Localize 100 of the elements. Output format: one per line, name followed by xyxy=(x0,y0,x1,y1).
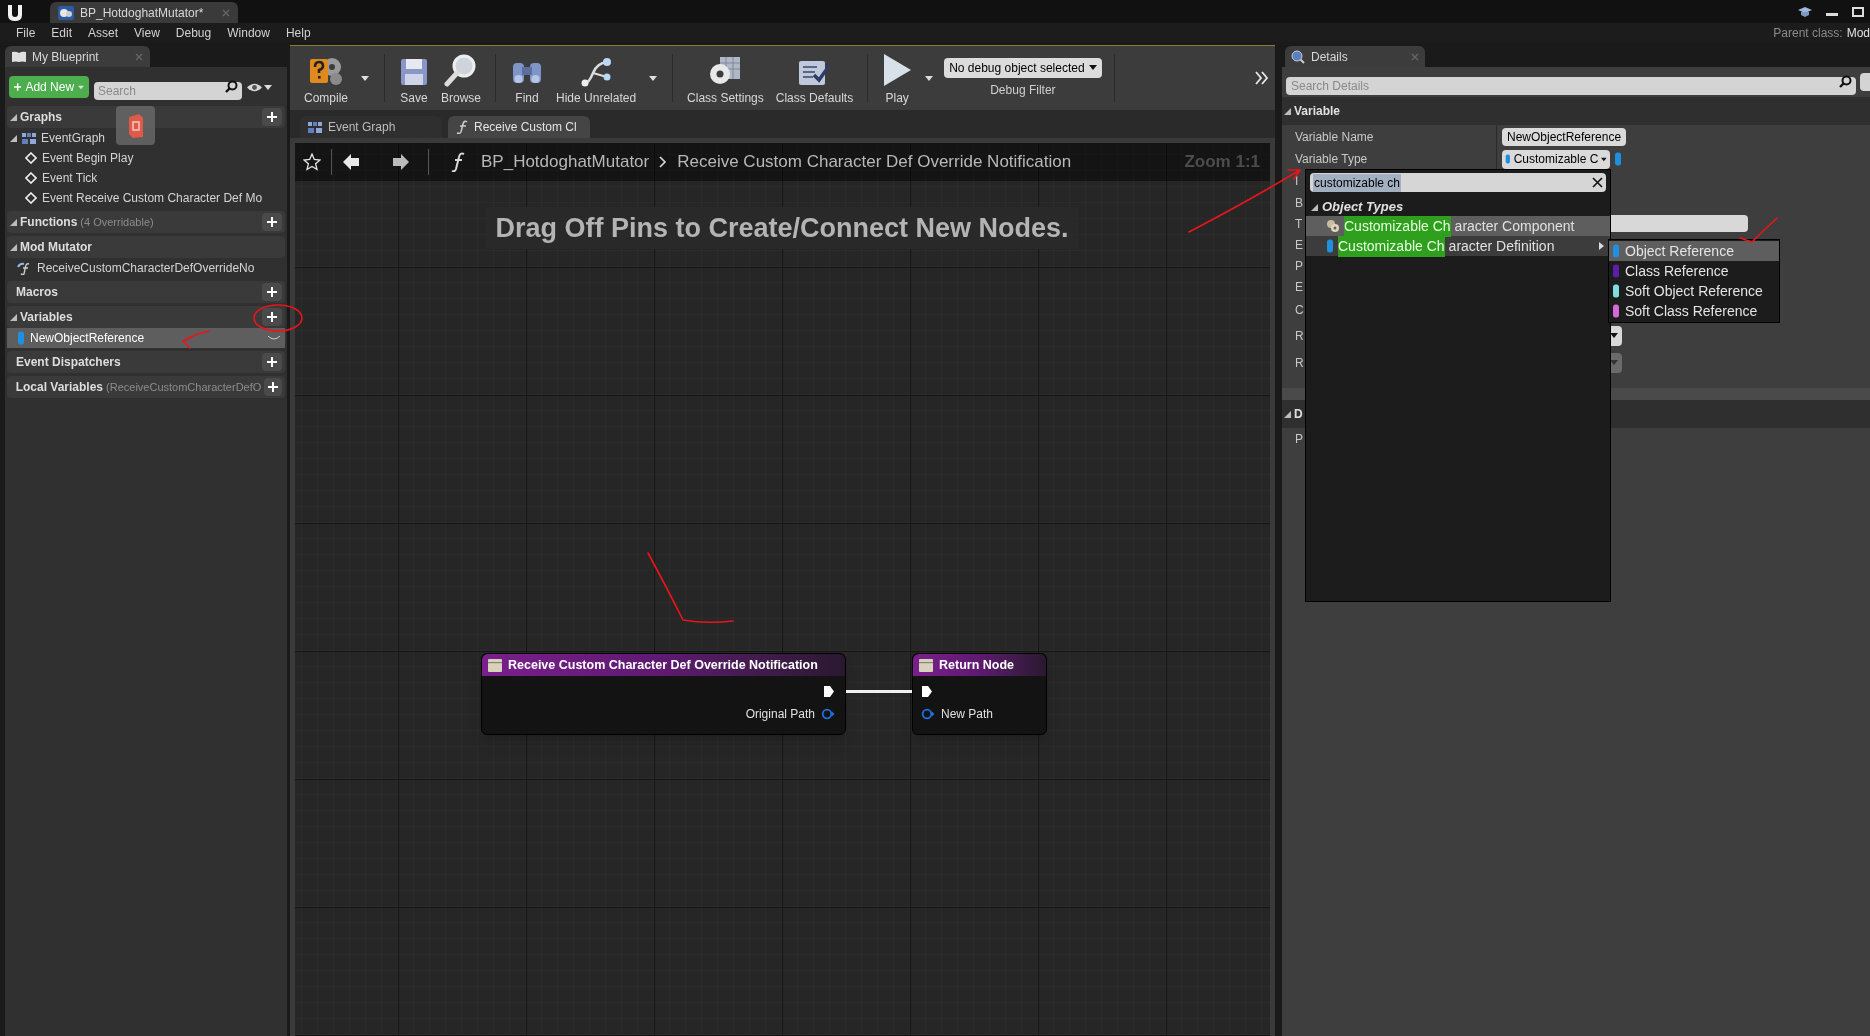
section-title: Event Dispatchers xyxy=(16,354,121,371)
panel-tab[interactable]: Details xyxy=(1285,46,1425,67)
name-field[interactable]: NewObjectReference xyxy=(1502,127,1626,146)
exec-pin-icon[interactable] xyxy=(823,684,835,698)
section-title: Local Variables xyxy=(15,379,104,396)
plus-icon xyxy=(267,217,277,227)
section-header[interactable]: Macros xyxy=(7,281,285,303)
section-title: Variable xyxy=(1294,103,1341,120)
menu-item[interactable]: File xyxy=(8,23,44,42)
toolbar-button[interactable]: Class Settings xyxy=(681,49,770,107)
property-label: P xyxy=(1295,431,1303,448)
breadcrumb-title: Receive Custom Character Def Override Notification xyxy=(677,151,1072,174)
menu-item[interactable]: Window xyxy=(219,23,278,42)
menu-option[interactable]: Soft Object Reference xyxy=(1609,281,1779,301)
diamond-icon xyxy=(25,172,37,184)
toolbar-button[interactable]: Play xyxy=(876,49,919,107)
chevron-down-icon[interactable] xyxy=(268,335,280,341)
exec-pin-icon[interactable] xyxy=(921,684,933,698)
section-header[interactable]: Variable xyxy=(1282,97,1870,125)
plus-icon xyxy=(14,82,22,92)
view-options-button[interactable] xyxy=(247,82,272,92)
document-tab[interactable]: BP_HotdoghatMutator* xyxy=(50,2,238,23)
blueprint-node[interactable]: Return Node New Path xyxy=(912,653,1047,735)
add-button[interactable] xyxy=(264,378,282,396)
menu-item[interactable]: Debug xyxy=(167,23,220,42)
menu-item[interactable]: Asset xyxy=(80,23,127,42)
function-icon xyxy=(456,120,468,134)
section-title: Mod Mutator xyxy=(20,239,92,256)
node-icon xyxy=(919,658,933,672)
property-label: E xyxy=(1295,278,1303,296)
property-label: B xyxy=(1295,194,1303,212)
parent-class-link[interactable]: Mod xyxy=(1846,23,1870,42)
data-pin-icon[interactable] xyxy=(921,708,935,720)
graph-tab[interactable]: Receive Custom Cl xyxy=(448,116,590,138)
menu-option[interactable]: Object Reference xyxy=(1609,241,1779,261)
graph-icon xyxy=(22,132,36,144)
maximize-icon[interactable] xyxy=(1852,7,1864,17)
add-button[interactable] xyxy=(262,308,282,326)
section-header[interactable]: Variables xyxy=(7,306,285,328)
blueprint-node[interactable]: Receive Custom Character Def Override Notification Original Path xyxy=(481,653,846,735)
toolbar-button[interactable]: Hide Unrelated xyxy=(550,49,643,107)
section-title: Graphs xyxy=(20,109,62,126)
graduation-cap-icon[interactable] xyxy=(1798,7,1812,17)
tree-item[interactable]: ReceiveCustomCharacterDefOverrideNo xyxy=(7,258,285,278)
pill-icon xyxy=(1326,239,1334,253)
property-label: I xyxy=(1295,173,1299,190)
menu-item[interactable]: Help xyxy=(277,23,319,42)
annotation-arrow xyxy=(1739,217,1778,243)
section-header[interactable]: Event Dispatchers xyxy=(7,351,285,373)
star-icon[interactable] xyxy=(303,153,321,171)
tree-item[interactable]: Event Begin Play xyxy=(7,148,285,168)
add-button[interactable] xyxy=(262,353,282,371)
breadcrumb-link[interactable]: BP_HotdoghatMutator xyxy=(481,149,650,175)
expand-arrow-icon xyxy=(10,313,17,321)
expand-arrow-icon xyxy=(1284,410,1291,418)
search-field[interactable]: Search Details xyxy=(1286,77,1856,95)
add-button[interactable] xyxy=(262,108,282,126)
tree-item[interactable]: Event Tick xyxy=(7,168,285,188)
type-option[interactable]: Customizable Ch aracter Component xyxy=(1306,216,1610,236)
more-button[interactable] xyxy=(1255,71,1269,85)
toolbar-button[interactable]: Browse xyxy=(435,49,488,107)
gears-icon xyxy=(1326,219,1340,233)
caret-icon xyxy=(264,84,272,90)
node-icon xyxy=(488,658,502,672)
add-button[interactable] xyxy=(262,213,282,231)
toolbar-button[interactable]: Class Defaults xyxy=(769,49,860,107)
search-field[interactable]: customizable ch xyxy=(1310,173,1606,192)
panel-tab[interactable]: My Blueprint xyxy=(5,46,150,67)
search-field[interactable]: Search xyxy=(94,82,242,100)
property-label: C xyxy=(1295,301,1304,319)
section-header[interactable]: Local Variables (ReceiveCustomCharacterDefO xyxy=(7,376,285,398)
tree-item[interactable]: EventGraph xyxy=(7,128,285,148)
type-dropdown[interactable]: Customizable C xyxy=(1502,149,1610,169)
tree-item[interactable]: Event Receive Custom Character Def Mo xyxy=(7,188,285,208)
forward-arrow-icon[interactable] xyxy=(392,153,410,171)
type-option[interactable]: Customizable Ch aracter Definition xyxy=(1306,236,1610,256)
section-header[interactable]: Functions (4 Overridable) xyxy=(7,211,285,233)
menu-option[interactable]: Class Reference xyxy=(1609,261,1779,281)
debug-object-dropdown[interactable]: No debug object selected xyxy=(944,57,1102,78)
menu-item[interactable]: Edit xyxy=(43,23,81,42)
caret-icon xyxy=(925,75,934,81)
graph-tab[interactable]: Event Graph xyxy=(300,116,442,138)
toolbar-button[interactable]: Compile xyxy=(298,49,354,107)
add-button[interactable] xyxy=(262,283,282,301)
toolbar-button[interactable]: Save xyxy=(393,49,435,107)
tree-item[interactable]: NewObjectReference xyxy=(7,328,285,348)
close-icon[interactable] xyxy=(1592,177,1603,188)
play-icon xyxy=(882,53,913,87)
toolbar-button[interactable]: Find xyxy=(504,49,551,107)
caret-icon xyxy=(361,75,369,81)
section-header[interactable]: Mod Mutator xyxy=(7,236,285,258)
section-note: (4 Overridable) xyxy=(80,214,154,230)
menu-option[interactable]: Soft Class Reference xyxy=(1609,301,1779,321)
plus-icon xyxy=(267,287,277,297)
back-arrow-icon[interactable] xyxy=(342,153,360,171)
property-label: Variable Name xyxy=(1295,128,1374,146)
plus-icon xyxy=(268,382,279,392)
data-pin-icon[interactable] xyxy=(821,708,835,720)
debug-filter-label: Debug Filter xyxy=(990,81,1056,99)
menu-item[interactable]: View xyxy=(126,23,168,42)
